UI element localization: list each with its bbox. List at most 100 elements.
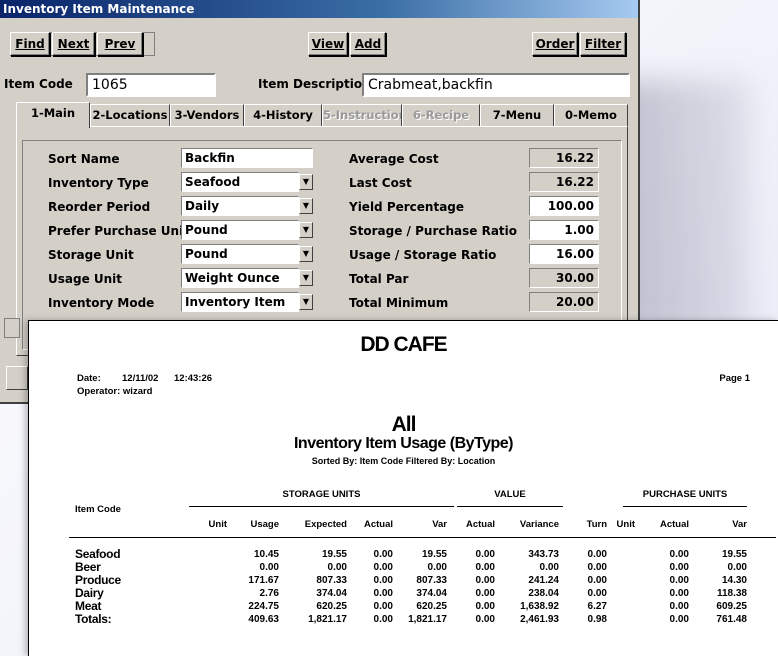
row-category: Seafood xyxy=(75,547,121,561)
report-title: Inventory Item Usage (ByType) xyxy=(293,435,514,452)
report-operator: Operator: wizard xyxy=(77,386,153,397)
tab-vendors[interactable]: 3-Vendors xyxy=(170,104,244,126)
prev-button[interactable]: Prev xyxy=(97,32,143,56)
chevron-down-icon[interactable]: ▼ xyxy=(299,294,313,310)
cell-val-actual: 0.00 xyxy=(475,549,495,560)
numeric-field[interactable]: 16.00 xyxy=(529,244,599,264)
filter-button[interactable]: Filter xyxy=(580,32,626,56)
row-category: Beer xyxy=(75,560,101,574)
cell-val-actual: 0.00 xyxy=(475,614,495,625)
prev-label: Prev xyxy=(104,37,136,51)
cell-turn: 0.98 xyxy=(587,614,607,625)
column-header: Actual xyxy=(659,519,689,530)
numeric-field[interactable]: 100.00 xyxy=(529,196,599,216)
tab-memo[interactable]: 0-Memo xyxy=(554,104,628,126)
tab-menu[interactable]: 7-Menu xyxy=(480,104,554,126)
numeric-field[interactable]: 1.00 xyxy=(529,220,599,240)
cell-turn: 0.00 xyxy=(587,588,607,599)
next-label: Next xyxy=(57,37,90,51)
row-category: Produce xyxy=(75,573,121,587)
chevron-down-icon[interactable]: ▼ xyxy=(299,198,313,214)
row-category: Dairy xyxy=(75,586,104,600)
field-input[interactable]: Daily xyxy=(181,196,299,216)
group-storage-line xyxy=(189,506,454,507)
report-subtitle: Sorted By: Item Code Filtered By: Locati… xyxy=(311,456,496,466)
column-header: Unit xyxy=(208,519,227,530)
field-input[interactable]: Weight Ounce xyxy=(181,268,299,288)
cell-pu-var: 118.38 xyxy=(716,588,747,599)
cell-val-actual: 0.00 xyxy=(475,575,495,586)
column-header: Usage xyxy=(250,519,279,530)
numeric-field: 30.00 xyxy=(529,268,599,288)
chevron-down-icon[interactable]: ▼ xyxy=(299,174,313,190)
field-row: Inventory Mode Inventory Item ▼ Total Minim… xyxy=(0,292,640,314)
chevron-down-icon[interactable]: ▼ xyxy=(299,222,313,238)
item-description-input[interactable]: Crabmeat,backfin xyxy=(362,73,630,97)
report-row: Dairy 2.76 374.04 0.00 374.04 0.00 238.04 0.00 0… xyxy=(29,586,778,601)
add-button[interactable]: Add xyxy=(350,32,386,56)
cell-val-actual: 0.00 xyxy=(475,562,495,573)
cell-usage: 409.63 xyxy=(248,614,279,625)
view-button[interactable]: View xyxy=(308,32,348,56)
order-label: Order xyxy=(535,37,575,51)
group-value: VALUE xyxy=(494,489,526,500)
chevron-down-icon[interactable]: ▼ xyxy=(299,246,313,262)
view-label: View xyxy=(311,37,345,51)
find-button[interactable]: Find xyxy=(10,32,50,56)
field-row: Inventory Type Seafood ▼ Last Cost 16.22 xyxy=(0,172,640,194)
field-label: Average Cost xyxy=(349,152,439,166)
column-header: Unit xyxy=(616,519,635,530)
field-label: Reorder Period xyxy=(48,200,151,214)
numeric-field: 16.22 xyxy=(529,148,599,168)
numeric-field: 20.00 xyxy=(529,292,599,312)
field-input[interactable]: Seafood xyxy=(181,172,299,192)
column-header: Var xyxy=(732,519,747,530)
group-purchase-units: PURCHASE UNITS xyxy=(642,489,728,500)
field-label: Prefer Purchase Unit xyxy=(48,224,189,238)
field-label: Storage / Purchase Ratio xyxy=(349,224,518,238)
add-label: Add xyxy=(354,37,382,51)
field-label: Inventory Type xyxy=(48,176,149,190)
cell-pu-var: 761.48 xyxy=(716,614,747,625)
report-date: 12/11/02 xyxy=(122,373,159,384)
cell-usage: 2.76 xyxy=(259,588,279,599)
report-row: Seafood 10.45 19.55 0.00 19.55 0.00 343.73 0.00… xyxy=(29,547,778,562)
field-label: Total Minimum xyxy=(349,296,449,310)
report-time: 12:43:26 xyxy=(174,373,213,384)
cell-usage: 0.00 xyxy=(259,562,279,573)
chevron-down-icon[interactable]: ▼ xyxy=(299,270,313,286)
find-label: Find xyxy=(15,37,45,51)
tab-locations[interactable]: 2-Locations xyxy=(90,104,170,126)
field-input[interactable]: Inventory Item xyxy=(181,292,299,312)
tab-instructions: 5-Instructions xyxy=(322,104,402,126)
item-code-header: Item Code xyxy=(75,504,121,515)
toolbar: Find Next Prev View Add Order Filter xyxy=(10,32,628,58)
field-input[interactable]: Backfin xyxy=(181,148,313,168)
field-row: Usage Unit Weight Ounce ▼ Total Par 30.00 xyxy=(0,268,640,290)
field-input[interactable]: Pound xyxy=(181,220,299,240)
cell-val-actual: 0.00 xyxy=(475,601,495,612)
field-row: Sort Name Backfin Average Cost 16.22 xyxy=(0,148,640,170)
group-value-line xyxy=(457,506,563,507)
cell-usage: 171.67 xyxy=(248,575,279,586)
field-row: Reorder Period Daily ▼ Yield Percentage 100.… xyxy=(0,196,640,218)
cell-turn: 0.00 xyxy=(587,562,607,573)
tab-main[interactable]: 1-Main xyxy=(16,102,90,128)
frame-edge xyxy=(4,318,20,338)
item-code-input[interactable]: 1065 xyxy=(86,73,216,97)
bottom-button[interactable] xyxy=(6,366,28,390)
order-button[interactable]: Order xyxy=(532,32,578,56)
field-label: Yield Percentage xyxy=(349,200,465,214)
field-label: Usage / Storage Ratio xyxy=(349,248,497,262)
column-header: Actual xyxy=(363,519,393,530)
next-button[interactable]: Next xyxy=(52,32,95,56)
group-storage-units: STORAGE UNITS xyxy=(282,489,361,500)
field-input[interactable]: Pound xyxy=(181,244,299,264)
field-label: Storage Unit xyxy=(48,248,134,262)
field-row: Storage Unit Pound ▼ Usage / Storage Ratio 1… xyxy=(0,244,640,266)
report-scope: All xyxy=(391,413,417,436)
tab-history[interactable]: 4-History xyxy=(244,104,322,126)
field-label: Usage Unit xyxy=(48,272,123,286)
report-row: Produce 171.67 807.33 0.00 807.33 0.00 241.24 0… xyxy=(29,573,778,588)
report-row: Beer 0.00 0.00 0.00 0.00 0.00 0.00 0.00 0.00 0.00 xyxy=(29,560,778,575)
